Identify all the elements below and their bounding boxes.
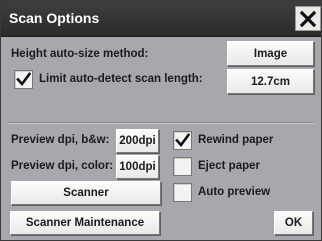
- auto-preview-checkbox[interactable]: [173, 183, 192, 202]
- rewind-paper-checkbox[interactable]: [173, 131, 192, 150]
- preview-dpi-color-button[interactable]: 100dpi: [116, 155, 159, 179]
- dialog-title: Scan Options: [9, 10, 100, 26]
- auto-preview-label: Auto preview: [198, 186, 271, 198]
- preview-dpi-color-label: Preview dpi, color:: [11, 160, 114, 172]
- title-bar: Scan Options: [1, 1, 321, 37]
- scan-options-dialog: Scan Options Height auto-size method: Im…: [0, 0, 322, 241]
- checkmark-icon: [175, 133, 190, 148]
- limit-scan-length-checkbox[interactable]: [14, 70, 33, 89]
- scanner-maintenance-button[interactable]: Scanner Maintenance: [10, 211, 160, 235]
- ok-button[interactable]: OK: [274, 211, 313, 235]
- close-button[interactable]: [295, 6, 321, 31]
- height-autosize-method-button[interactable]: Image: [227, 41, 314, 66]
- preview-dpi-bw-button[interactable]: 200dpi: [116, 129, 159, 153]
- rewind-paper-label: Rewind paper: [198, 134, 274, 146]
- section-divider: [7, 122, 315, 124]
- preview-dpi-bw-label: Preview dpi, b&w:: [11, 134, 110, 146]
- scanner-button[interactable]: Scanner: [11, 181, 161, 205]
- scan-length-value-button[interactable]: 12.7cm: [227, 69, 314, 94]
- eject-paper-checkbox[interactable]: [173, 157, 192, 176]
- close-icon: [299, 10, 317, 27]
- limit-scan-length-label: Limit auto-detect scan length:: [39, 73, 203, 85]
- height-autosize-label: Height auto-size method:: [11, 48, 149, 60]
- eject-paper-label: Eject paper: [198, 160, 260, 172]
- checkmark-icon: [16, 72, 31, 87]
